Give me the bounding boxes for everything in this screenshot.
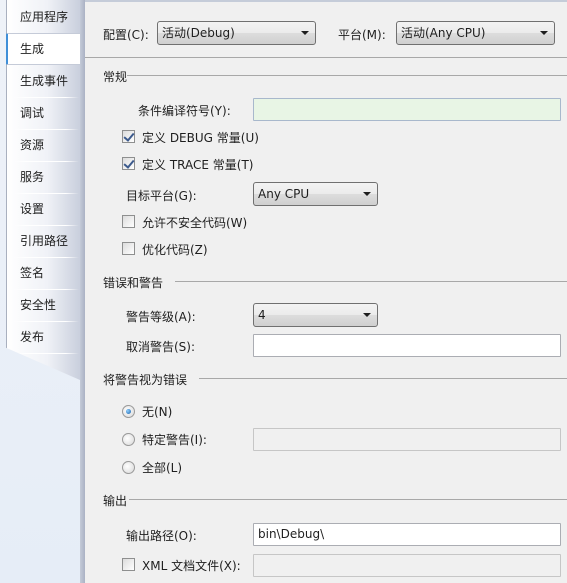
tab-label: 发布 [20, 330, 45, 344]
xml-doc-input[interactable] [253, 554, 561, 577]
xml-doc-label[interactable]: XML 文档文件(X): [142, 557, 241, 574]
output-path-label: 输出路径(O): [126, 529, 197, 543]
tab-resources[interactable]: 资源 [7, 130, 80, 162]
tab-label: 资源 [20, 138, 45, 152]
section-divider [199, 378, 567, 379]
tab-settings[interactable]: 设置 [7, 194, 80, 226]
define-debug-label[interactable]: 定义 DEBUG 常量(U) [142, 129, 259, 146]
tab-label: 签名 [20, 266, 45, 280]
define-trace-checkbox[interactable] [122, 157, 135, 170]
platform-label: 平台(M): [338, 28, 386, 42]
config-select[interactable]: 活动(Debug) [157, 21, 316, 45]
warning-level-select[interactable]: 4 [253, 303, 378, 327]
sidebar: 应用程序 生成 生成事件 调试 资源 服务 设置 引用路径 签名 安全性 发布 [0, 0, 85, 583]
output-path-input[interactable]: bin\Debug\ [253, 523, 561, 546]
target-platform-select[interactable]: Any CPU [253, 182, 378, 206]
radio-all[interactable] [122, 461, 135, 474]
target-platform-value: Any CPU [258, 187, 310, 201]
radio-none-label[interactable]: 无(N) [142, 403, 172, 420]
define-debug-checkbox[interactable] [122, 130, 135, 143]
allow-unsafe-label[interactable]: 允许不安全代码(W) [142, 214, 247, 231]
config-select-value: 活动(Debug) [162, 26, 235, 40]
tab-label: 生成 [20, 42, 45, 56]
tab-strip: 应用程序 生成 生成事件 调试 资源 服务 设置 引用路径 签名 安全性 发布 [6, 0, 80, 380]
tab-signing[interactable]: 签名 [7, 258, 80, 290]
chevron-down-icon [363, 313, 371, 317]
tab-application[interactable]: 应用程序 [7, 2, 80, 34]
conditional-symbols-input[interactable] [253, 98, 561, 121]
chevron-down-icon [540, 31, 548, 35]
tab-services[interactable]: 服务 [7, 162, 80, 194]
tab-label: 服务 [20, 170, 45, 184]
tab-reference-paths[interactable]: 引用路径 [7, 226, 80, 258]
suppress-warnings-label: 取消警告(S): [126, 340, 196, 354]
tab-publish[interactable]: 发布 [7, 322, 80, 354]
platform-select-value: 活动(Any CPU) [401, 26, 486, 40]
tab-label: 调试 [20, 106, 45, 120]
section-divider [129, 499, 567, 500]
target-platform-label: 目标平台(G): [126, 189, 197, 203]
tab-label: 安全性 [20, 298, 57, 312]
chevron-down-icon [301, 31, 309, 35]
tab-debug[interactable]: 调试 [7, 98, 80, 130]
tab-label: 设置 [20, 202, 45, 216]
optimize-checkbox[interactable] [122, 242, 135, 255]
platform-select[interactable]: 活动(Any CPU) [396, 21, 555, 45]
section-title-errors: 错误和警告 [103, 276, 164, 290]
radio-specific[interactable] [122, 433, 135, 446]
tab-build[interactable]: 生成 [6, 33, 80, 65]
section-divider [127, 75, 567, 76]
optimize-label[interactable]: 优化代码(Z) [142, 241, 208, 258]
conditional-symbols-label: 条件编译符号(Y): [138, 104, 231, 118]
tab-label: 引用路径 [20, 234, 69, 248]
section-divider [175, 281, 567, 282]
chevron-down-icon [363, 192, 371, 196]
define-trace-label[interactable]: 定义 TRACE 常量(T) [142, 156, 253, 173]
section-title-treat-as-errors: 将警告视为错误 [103, 373, 188, 387]
header-divider [85, 57, 567, 58]
suppress-warnings-input[interactable] [253, 334, 561, 357]
specific-warnings-input[interactable] [253, 428, 561, 451]
config-label: 配置(C): [103, 28, 149, 42]
warning-level-label: 警告等级(A): [126, 310, 196, 324]
radio-none[interactable] [122, 405, 135, 418]
section-title-output: 输出 [103, 494, 128, 508]
tab-build-events[interactable]: 生成事件 [7, 66, 80, 98]
tab-label: 应用程序 [20, 10, 69, 24]
section-title-general: 常规 [103, 70, 128, 84]
warning-level-value: 4 [258, 308, 266, 322]
tab-security[interactable]: 安全性 [7, 290, 80, 322]
radio-all-label[interactable]: 全部(L) [142, 459, 182, 476]
tab-label: 生成事件 [20, 74, 69, 88]
build-page: 配置(C): 活动(Debug) 平台(M): 活动(Any CPU) 常规 条… [85, 0, 567, 583]
allow-unsafe-checkbox[interactable] [122, 215, 135, 228]
xml-doc-checkbox[interactable] [122, 558, 135, 571]
radio-specific-label[interactable]: 特定警告(I): [142, 431, 207, 448]
